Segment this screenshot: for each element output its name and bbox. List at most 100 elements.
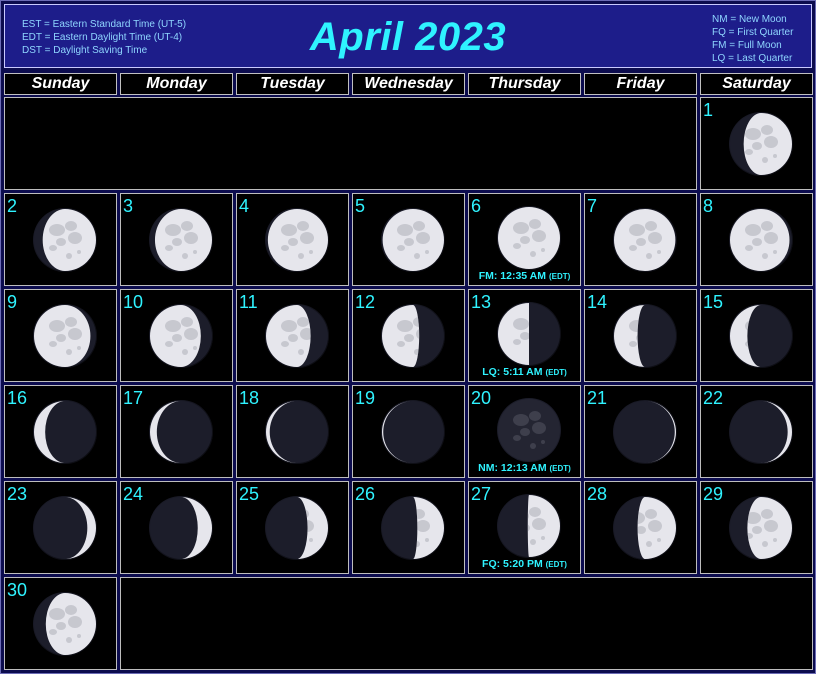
phase-zone: (EDT): [545, 368, 567, 377]
day-number: 8: [703, 196, 714, 216]
phase-time: FQ: 5:20 PM: [482, 558, 546, 570]
day-cell-3: 3: [120, 193, 233, 286]
moon-phase-icon: [497, 206, 561, 270]
phase-time-label: NM: 12:13 AM (EDT): [469, 462, 580, 474]
moon-phase-icon: [381, 208, 445, 272]
legend-lq: LQ = Last Quarter: [712, 53, 793, 64]
day-cell-7: 7: [584, 193, 697, 286]
moon-phase-icon: [729, 304, 793, 368]
moon-phase-icon: [613, 208, 677, 272]
calendar-header: EST = Eastern Standard Time (UT-5) EDT =…: [4, 4, 812, 68]
empty-cells-end: [120, 577, 813, 670]
day-number: 24: [123, 484, 144, 504]
day-number: 7: [587, 196, 598, 216]
moon-phase-legend: NM = New Moon FQ = First Quarter FM = Fu…: [712, 13, 793, 65]
moon-phase-icon: [497, 494, 561, 558]
moon-phase-icon: [265, 400, 329, 464]
moon-phase-icon: [265, 208, 329, 272]
day-cell-21: 21: [584, 385, 697, 478]
day-number: 6: [471, 196, 482, 216]
day-number: 23: [7, 484, 28, 504]
moon-phase-icon: [265, 304, 329, 368]
day-number: 20: [471, 388, 492, 408]
day-number: 27: [471, 484, 492, 504]
moon-phase-icon: [265, 496, 329, 560]
day-number: 15: [703, 292, 724, 312]
phase-time-label: LQ: 5:11 AM (EDT): [469, 366, 580, 378]
day-cell-12: 12: [352, 289, 465, 382]
day-cell-6: 6 FM: 12:35 AM (EDT): [468, 193, 581, 286]
moon-phase-icon: [381, 496, 445, 560]
moon-phase-icon: [33, 496, 97, 560]
moon-phase-icon: [149, 400, 213, 464]
phase-time-label: FQ: 5:20 PM (EDT): [469, 558, 580, 570]
day-cell-14: 14: [584, 289, 697, 382]
day-number: 5: [355, 196, 366, 216]
day-number: 1: [703, 100, 714, 120]
day-cell-15: 15: [700, 289, 813, 382]
moon-phase-icon: [729, 400, 793, 464]
day-number: 29: [703, 484, 724, 504]
moon-phase-icon: [613, 304, 677, 368]
day-number: 3: [123, 196, 134, 216]
moon-phase-icon: [381, 400, 445, 464]
phase-zone: (EDT): [548, 272, 571, 281]
day-cell-27: 27 FQ: 5:20 PM (EDT): [468, 481, 581, 574]
phase-time: NM: 12:13 AM: [478, 462, 550, 474]
day-cell-17: 17: [120, 385, 233, 478]
phase-zone: (EDT): [549, 464, 571, 473]
day-cell-26: 26: [352, 481, 465, 574]
day-cell-25: 25: [236, 481, 349, 574]
day-cell-24: 24: [120, 481, 233, 574]
weekday-header-monday: Monday: [120, 73, 233, 95]
phase-time: LQ: 5:11 AM: [482, 366, 546, 378]
weekday-header-wednesday: Wednesday: [352, 73, 465, 95]
weekday-header-sunday: Sunday: [4, 73, 117, 95]
day-number: 19: [355, 388, 376, 408]
day-number: 16: [7, 388, 28, 408]
day-cell-30: 30: [4, 577, 117, 670]
moon-phase-icon: [729, 208, 793, 272]
moon-phase-icon: [33, 304, 97, 368]
day-cell-2: 2: [4, 193, 117, 286]
day-cell-28: 28: [584, 481, 697, 574]
legend-fm: FM = Full Moon: [712, 40, 782, 51]
day-cell-13: 13 LQ: 5:11 AM (EDT): [468, 289, 581, 382]
moon-phase-icon: [149, 208, 213, 272]
day-cell-19: 19: [352, 385, 465, 478]
phase-time-label: FM: 12:35 AM (EDT): [469, 270, 580, 282]
empty-cells-start: [4, 97, 697, 190]
day-number: 10: [123, 292, 144, 312]
moon-phase-icon: [33, 400, 97, 464]
day-cell-11: 11: [236, 289, 349, 382]
day-cell-23: 23: [4, 481, 117, 574]
day-number: 28: [587, 484, 608, 504]
moon-phase-icon: [613, 496, 677, 560]
phase-time: FM: 12:35 AM: [478, 270, 549, 282]
weekday-header-tuesday: Tuesday: [236, 73, 349, 95]
day-number: 21: [587, 388, 608, 408]
weekday-header-friday: Friday: [584, 73, 697, 95]
day-number: 22: [703, 388, 724, 408]
day-cell-16: 16: [4, 385, 117, 478]
day-number: 2: [7, 196, 18, 216]
moon-phase-icon: [33, 208, 97, 272]
moon-phase-icon: [381, 304, 445, 368]
day-number: 18: [239, 388, 260, 408]
day-cell-22: 22: [700, 385, 813, 478]
day-cell-8: 8: [700, 193, 813, 286]
day-cell-18: 18: [236, 385, 349, 478]
moon-phase-icon: [729, 496, 793, 560]
moon-phase-icon: [497, 398, 561, 462]
day-number: 4: [239, 196, 250, 216]
day-cell-5: 5: [352, 193, 465, 286]
weekday-header-thursday: Thursday: [468, 73, 581, 95]
day-number: 25: [239, 484, 260, 504]
moon-phase-icon: [729, 112, 793, 176]
day-cell-20: 20 NM: 12:13 AM (EDT): [468, 385, 581, 478]
moon-phase-icon: [613, 400, 677, 464]
weekday-header-saturday: Saturday: [700, 73, 813, 95]
moon-phase-icon: [149, 304, 213, 368]
moon-phase-icon: [497, 302, 561, 366]
day-number: 11: [239, 292, 258, 312]
